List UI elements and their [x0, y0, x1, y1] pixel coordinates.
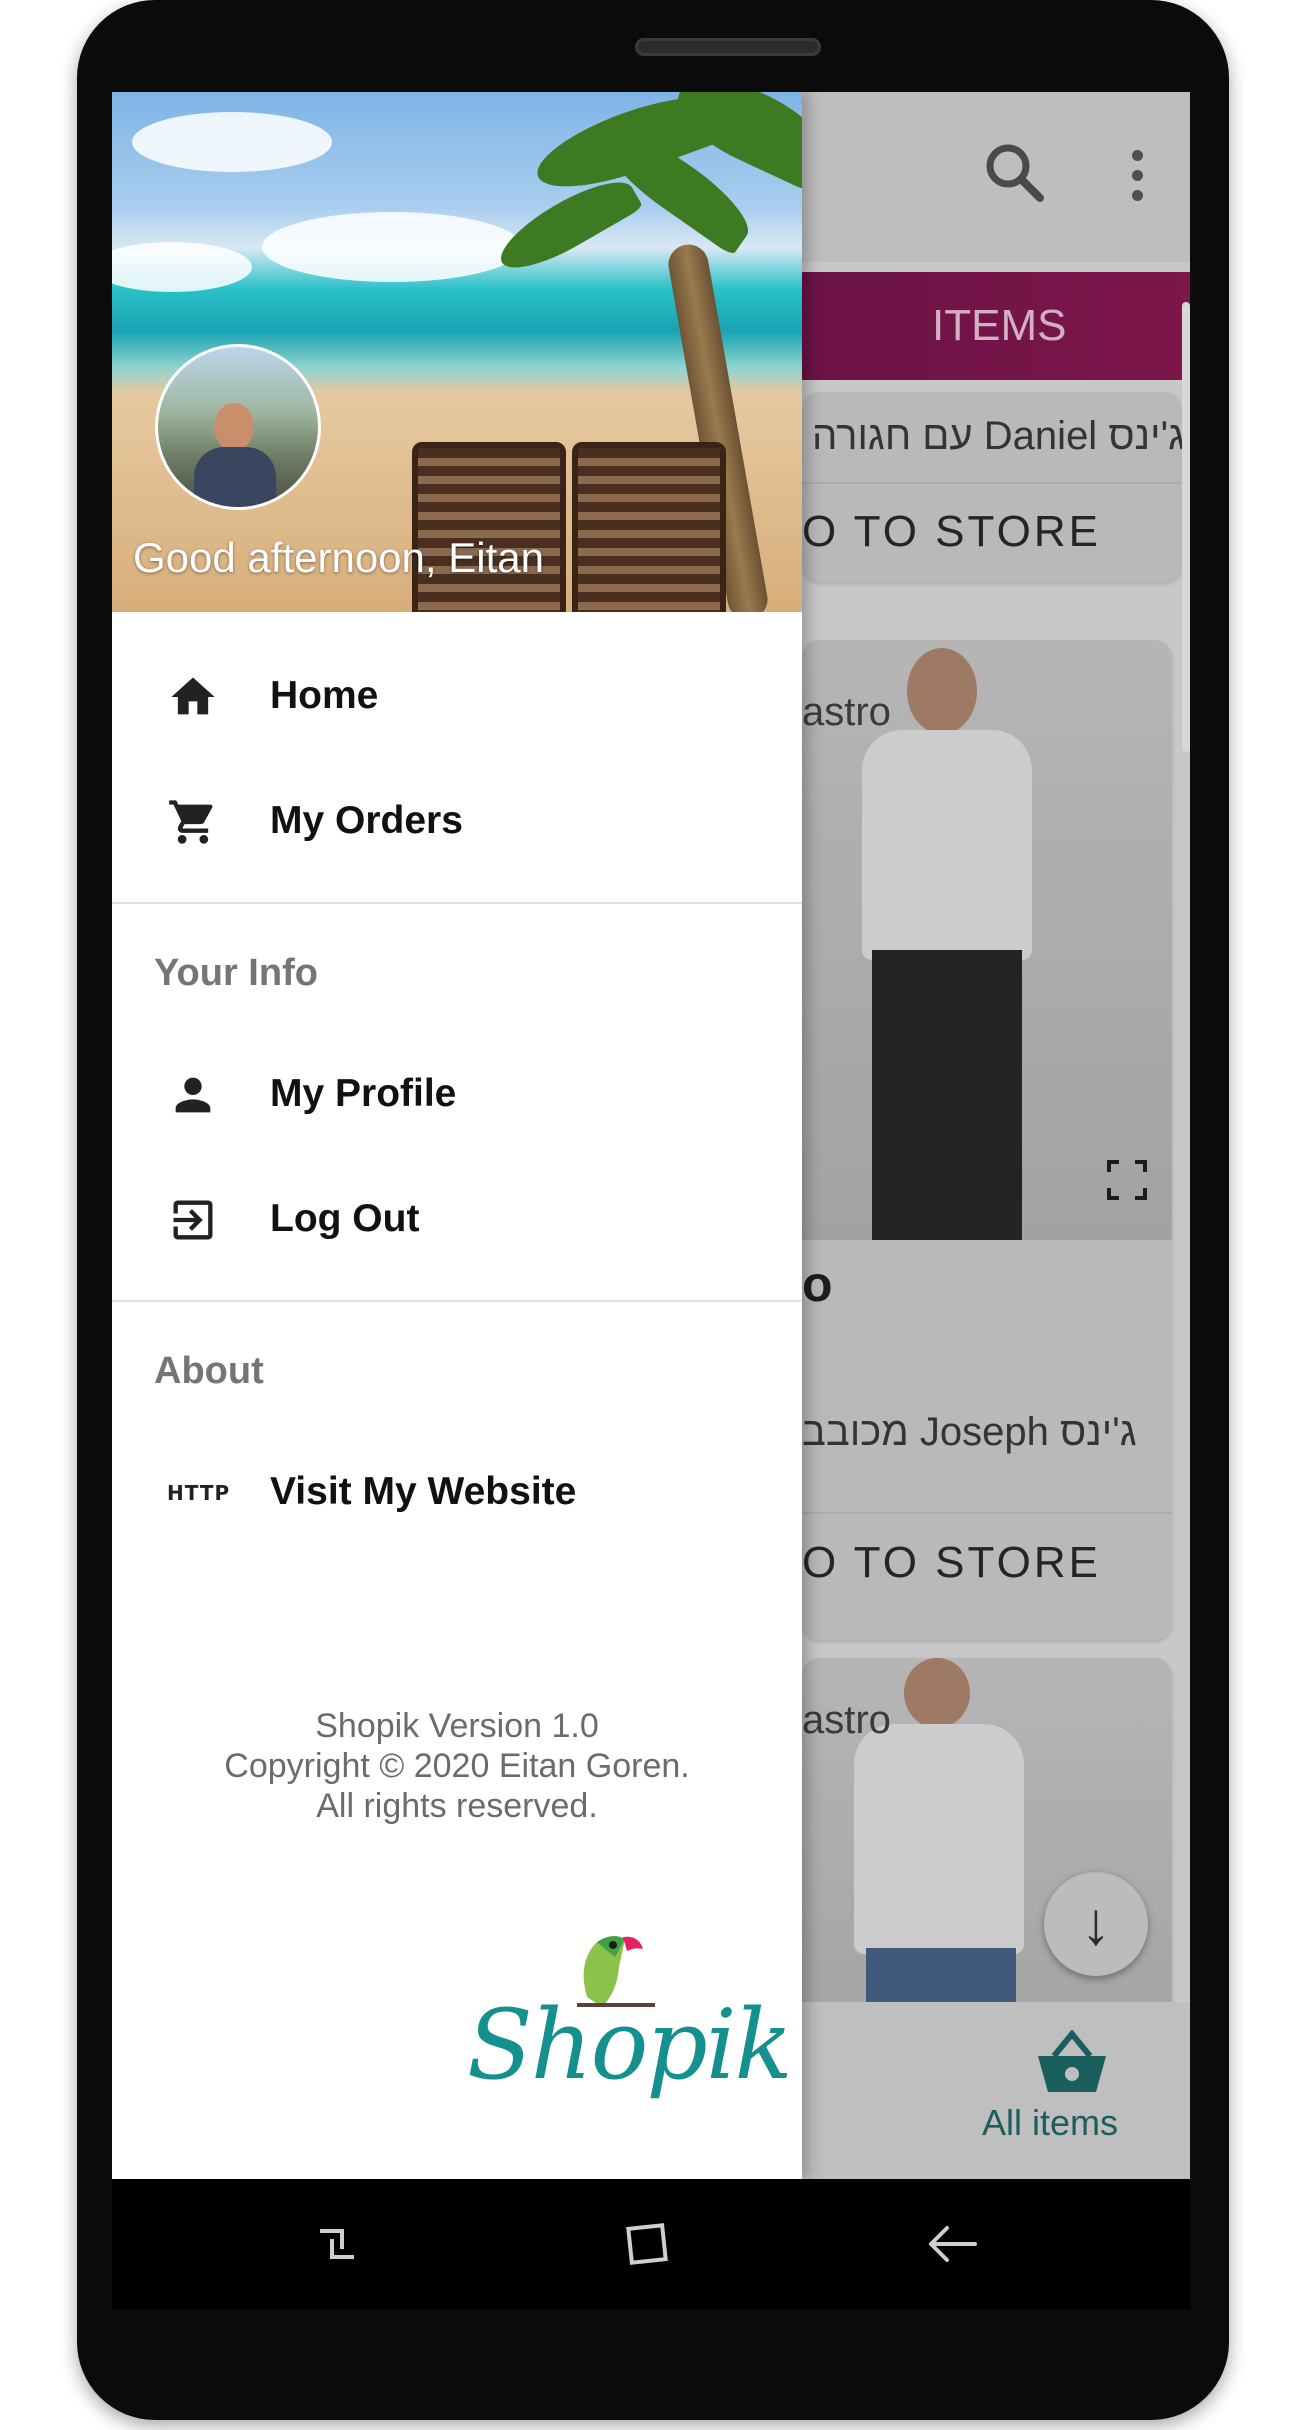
version-text: Shopik Version 1.0	[315, 1707, 599, 1745]
menu-label-my-profile: My Profile	[270, 1072, 457, 1115]
section-title-about: About	[154, 1350, 264, 1392]
navigation-drawer: Good afternoon, Eitan Home My Orders You…	[112, 92, 802, 2179]
logout-icon	[173, 1200, 213, 1240]
app-info-footer: Shopik Version 1.0 Copyright © 2020 Eita…	[112, 1706, 802, 1826]
copyright-text: Copyright © 2020 Eitan Goren.	[224, 1747, 690, 1785]
logo-wordmark: Shopik	[467, 1989, 793, 2101]
drawer-header: Good afternoon, Eitan	[112, 92, 802, 612]
back-icon[interactable]	[917, 2209, 987, 2279]
avatar[interactable]	[155, 344, 321, 510]
system-nav-bar	[112, 2179, 1190, 2309]
shopik-logo: Shopik	[467, 1927, 793, 2107]
menu-item-visit-website[interactable]: HTTP Visit My Website	[112, 1434, 802, 1552]
menu-item-my-orders[interactable]: My Orders	[112, 763, 802, 881]
menu-item-my-profile[interactable]: My Profile	[112, 1036, 802, 1154]
menu-item-home[interactable]: Home	[112, 638, 802, 756]
home-nav-icon[interactable]	[612, 2209, 682, 2279]
beach-chair	[412, 442, 566, 612]
avatar-body	[194, 447, 276, 507]
cloud	[112, 242, 252, 292]
menu-item-log-out[interactable]: Log Out	[112, 1161, 802, 1279]
cart-icon	[169, 800, 213, 844]
menu-label-log-out: Log Out	[270, 1197, 420, 1240]
cloud	[132, 112, 332, 172]
menu-label-my-orders: My Orders	[270, 799, 463, 842]
recents-icon[interactable]	[302, 2209, 372, 2279]
rights-text: All rights reserved.	[316, 1787, 598, 1825]
menu-label-visit-website: Visit My Website	[270, 1470, 577, 1513]
divider	[112, 1300, 802, 1302]
screen: ITEMS ג'ינס Daniel עם חגורה O TO STORE a…	[112, 92, 1190, 2179]
avatar-face	[214, 403, 254, 451]
cloud	[262, 212, 522, 282]
menu-label-home: Home	[270, 674, 379, 717]
beach-chair	[572, 442, 726, 612]
speaker-grille	[635, 38, 821, 56]
divider	[112, 902, 802, 904]
section-title-your-info: Your Info	[154, 952, 318, 994]
greeting-text: Good afternoon, Eitan	[133, 534, 544, 581]
person-icon	[175, 1077, 211, 1113]
home-icon	[171, 677, 215, 715]
http-icon: HTTP	[167, 1481, 231, 1505]
